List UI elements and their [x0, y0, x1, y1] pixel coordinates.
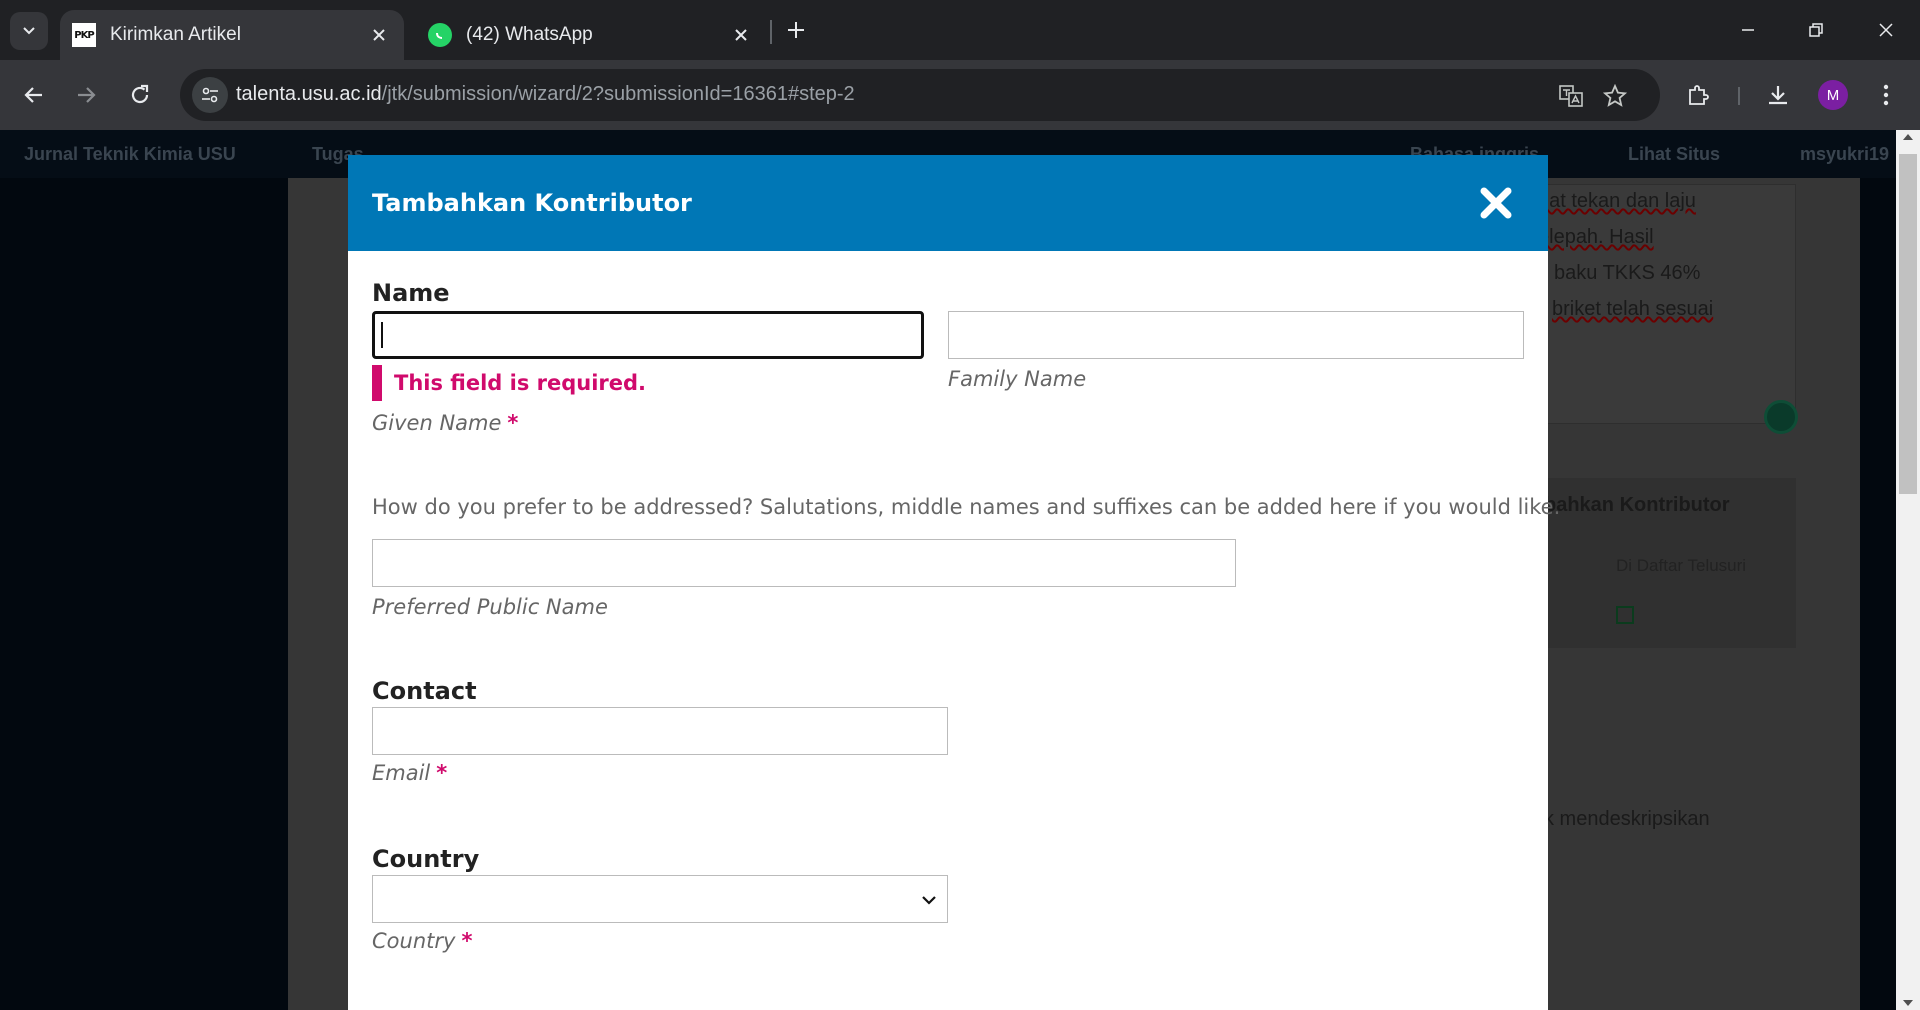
new-tab-button[interactable] — [780, 14, 812, 46]
checkbox-icon — [1616, 606, 1634, 624]
preferred-public-name-input[interactable] — [372, 539, 1236, 587]
site-info-button[interactable] — [192, 77, 228, 113]
given-name-label: Given Name * — [372, 411, 518, 435]
reload-icon — [131, 84, 149, 104]
star-icon — [1603, 84, 1627, 107]
view-site-link: Lihat Situs — [1628, 144, 1721, 164]
chevron-down-icon — [23, 27, 35, 35]
close-icon — [1480, 187, 1512, 219]
profile-avatar[interactable]: M — [1818, 80, 1848, 110]
puzzle-icon — [1689, 85, 1709, 105]
given-name-label-text: Given Name — [372, 411, 502, 435]
given-name-input[interactable] — [372, 311, 924, 359]
text-caret — [381, 322, 383, 348]
email-input[interactable] — [372, 707, 948, 755]
arrow-right-icon — [78, 87, 96, 103]
name-section-label: Name — [372, 279, 450, 307]
family-name-label: Family Name — [948, 367, 1087, 391]
abstract-line: briket telah sesuai — [1552, 298, 1714, 320]
reload-button[interactable] — [122, 77, 158, 113]
modal-title: Tambahkan Kontributor — [372, 189, 692, 217]
error-indicator — [372, 365, 382, 401]
country-select[interactable] — [372, 875, 948, 923]
add-contributor-modal: Tambahkan Kontributor Name This field is… — [348, 155, 1560, 1010]
close-window-button[interactable] — [1866, 14, 1906, 46]
restore-button[interactable] — [1796, 14, 1836, 46]
chevron-down-icon — [919, 890, 939, 910]
url-host: talenta.usu.ac.id — [236, 83, 382, 105]
site-title: Jurnal Teknik Kimia USU — [24, 144, 236, 164]
contributors-heading: bahkan Kontributor — [1544, 494, 1730, 516]
tab-title: Kirimkan Artikel — [110, 24, 241, 45]
close-tab-icon[interactable] — [730, 24, 752, 46]
error-message: This field is required. — [394, 371, 647, 395]
translate-button[interactable] — [1556, 81, 1586, 111]
more-vertical-icon — [1883, 84, 1889, 106]
tab-search-button[interactable] — [10, 12, 48, 50]
scrollbar-thumb[interactable] — [1899, 154, 1917, 494]
preferred-name-help: How do you prefer to be addressed? Salut… — [372, 495, 1561, 519]
extensions-button[interactable] — [1680, 77, 1716, 113]
browser-tab-bar: PKP Kirimkan Artikel (42) WhatsApp — [0, 0, 1920, 60]
close-tab-icon[interactable] — [368, 24, 390, 46]
scroll-up-arrow-icon[interactable] — [1903, 134, 1913, 140]
user-menu: msyukri19 — [1800, 144, 1890, 164]
email-label-text: Email — [372, 761, 431, 785]
description-text: k mendeskripsikan — [1544, 808, 1710, 830]
scroll-down-arrow-icon[interactable] — [1903, 1000, 1913, 1006]
family-name-input[interactable] — [948, 311, 1524, 359]
bookmark-button[interactable] — [1600, 81, 1630, 111]
required-marker: * — [461, 929, 473, 953]
forward-button[interactable] — [68, 77, 104, 113]
abstract-line: uat tekan dan laju — [1538, 190, 1696, 212]
close-icon — [1879, 23, 1893, 37]
arrow-left-icon — [24, 87, 42, 103]
abstract-line: baku TKKS 46% — [1554, 262, 1701, 284]
country-section-label: Country — [372, 845, 480, 873]
tab-title: (42) WhatsApp — [466, 24, 593, 45]
modal-header: Tambahkan Kontributor — [348, 155, 1548, 251]
abstract-line: elepah. Hasil — [1538, 226, 1654, 248]
plus-icon — [788, 22, 804, 38]
download-icon — [1769, 86, 1787, 105]
downloads-button[interactable] — [1760, 77, 1796, 113]
address-bar[interactable]: talenta.usu.ac.id/jtk/submission/wizard/… — [180, 69, 1660, 121]
browse-list-column: Di Daftar Telusuri — [1616, 556, 1747, 575]
page-scrollbar[interactable] — [1896, 130, 1920, 1010]
required-marker: * — [507, 411, 519, 435]
minimize-icon — [1742, 29, 1754, 31]
url-path: /jtk/submission/wizard/2?submissionId=16… — [381, 83, 855, 105]
country-label-text: Country — [372, 929, 456, 953]
tab-separator — [770, 20, 772, 44]
email-label: Email * — [372, 761, 447, 785]
restore-icon — [1809, 23, 1823, 37]
tab-kirimkan-artikel[interactable]: PKP Kirimkan Artikel — [60, 10, 404, 60]
browser-toolbar: talenta.usu.ac.id/jtk/submission/wizard/… — [0, 60, 1920, 130]
back-button[interactable] — [16, 77, 52, 113]
url-text: talenta.usu.ac.id/jtk/submission/wizard/… — [236, 83, 855, 106]
modal-close-button[interactable] — [1476, 183, 1516, 223]
grammarly-icon — [1764, 400, 1798, 434]
browser-menu-button[interactable] — [1868, 77, 1904, 113]
country-label: Country * — [372, 929, 472, 953]
translate-icon — [1559, 85, 1583, 107]
required-marker: * — [436, 761, 448, 785]
tab-whatsapp[interactable]: (42) WhatsApp — [416, 10, 766, 60]
minimize-button[interactable] — [1728, 14, 1768, 46]
whatsapp-icon — [428, 23, 452, 47]
tune-icon — [202, 87, 218, 103]
contact-section-label: Contact — [372, 677, 477, 705]
toolbar-separator — [1738, 87, 1740, 105]
pkp-favicon-icon: PKP — [72, 23, 96, 47]
given-name-error: This field is required. — [372, 365, 646, 401]
preferred-public-name-label: Preferred Public Name — [372, 595, 608, 619]
